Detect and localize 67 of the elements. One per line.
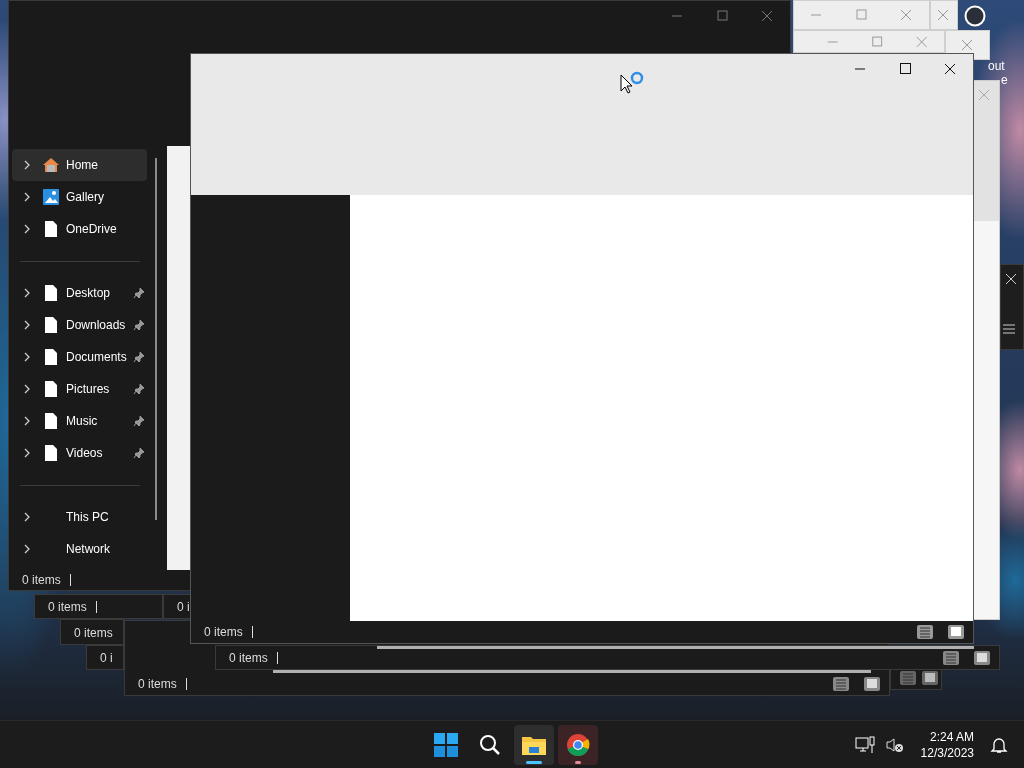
browser-icon xyxy=(566,732,590,757)
sidebar-item[interactable]: Pictures xyxy=(12,373,147,405)
taskbar-button[interactable] xyxy=(514,724,554,765)
pin-icon[interactable] xyxy=(133,287,145,299)
chevron-icon[interactable] xyxy=(22,191,32,203)
status-text: 0 items xyxy=(138,677,177,691)
house-icon xyxy=(42,157,60,173)
status-text: 0 items xyxy=(229,651,268,665)
chevron-icon[interactable] xyxy=(22,351,32,363)
sidebar-item[interactable]: Documents xyxy=(12,341,147,373)
sidebar-item[interactable]: Downloads xyxy=(12,309,147,341)
search-icon xyxy=(478,732,502,757)
clock-time: 2:24 AM xyxy=(929,728,974,745)
chevron-icon[interactable] xyxy=(22,543,32,555)
tiles-view-icon[interactable] xyxy=(863,676,881,692)
chevron-icon[interactable] xyxy=(22,223,32,235)
pin-icon[interactable] xyxy=(133,351,145,363)
taskbar-button[interactable] xyxy=(558,724,598,765)
sidebar-item[interactable]: Music xyxy=(12,405,147,437)
status-text: 0 items xyxy=(48,600,87,614)
details-view-icon[interactable] xyxy=(916,624,934,640)
desktop-text: e xyxy=(1001,73,1008,87)
cursor-icon xyxy=(620,74,632,94)
file-icon xyxy=(45,221,57,237)
muted-speaker-icon[interactable] xyxy=(884,735,905,754)
sidebar-item[interactable]: Videos xyxy=(12,437,147,469)
status-text: 0 items xyxy=(204,625,243,639)
windows-logo-icon xyxy=(434,732,458,757)
status-text: 0 items xyxy=(22,573,61,587)
pin-icon[interactable] xyxy=(133,415,145,427)
busy-icon xyxy=(630,71,644,85)
chevron-icon[interactable] xyxy=(22,383,32,395)
chevron-icon[interactable] xyxy=(22,511,32,523)
status-text: 0 i xyxy=(177,600,190,614)
chevron-icon[interactable] xyxy=(22,319,32,331)
clock[interactable]: 2:24 AM 12/3/2023 xyxy=(920,728,974,761)
status-text: 0 items xyxy=(74,626,113,640)
file-icon xyxy=(45,445,57,461)
bell-icon[interactable] xyxy=(990,735,1008,754)
desktop-text: out xyxy=(988,59,1005,73)
tiles-view-icon[interactable] xyxy=(921,669,939,686)
file-icon xyxy=(45,413,57,429)
file-icon xyxy=(45,317,57,333)
chevron-icon[interactable] xyxy=(22,415,32,427)
file-icon xyxy=(45,285,57,301)
file-icon xyxy=(45,381,57,397)
sidebar-item[interactable]: Desktop xyxy=(12,277,147,309)
tiles-view-icon[interactable] xyxy=(947,624,965,640)
status-text: 0 i xyxy=(100,651,113,665)
tiles-view-icon[interactable] xyxy=(973,650,991,666)
chevron-icon[interactable] xyxy=(22,159,32,171)
details-view-icon[interactable] xyxy=(942,650,960,666)
pin-icon[interactable] xyxy=(133,447,145,459)
network-icon[interactable] xyxy=(854,735,875,754)
sidebar-item[interactable]: Gallery xyxy=(12,181,147,213)
details-view-icon[interactable] xyxy=(832,676,850,692)
chevron-icon[interactable] xyxy=(22,447,32,459)
sidebar-item[interactable]: Home xyxy=(12,149,147,181)
chevron-icon[interactable] xyxy=(22,287,32,299)
file-icon xyxy=(45,349,57,365)
sidebar-item[interactable]: OneDrive xyxy=(12,213,147,245)
pin-icon[interactable] xyxy=(133,383,145,395)
sidebar-item[interactable]: This PC xyxy=(12,501,147,533)
pin-icon[interactable] xyxy=(133,319,145,331)
image-icon xyxy=(43,189,59,205)
sidebar-item[interactable]: Network xyxy=(12,533,147,565)
clock-date: 12/3/2023 xyxy=(920,744,974,761)
